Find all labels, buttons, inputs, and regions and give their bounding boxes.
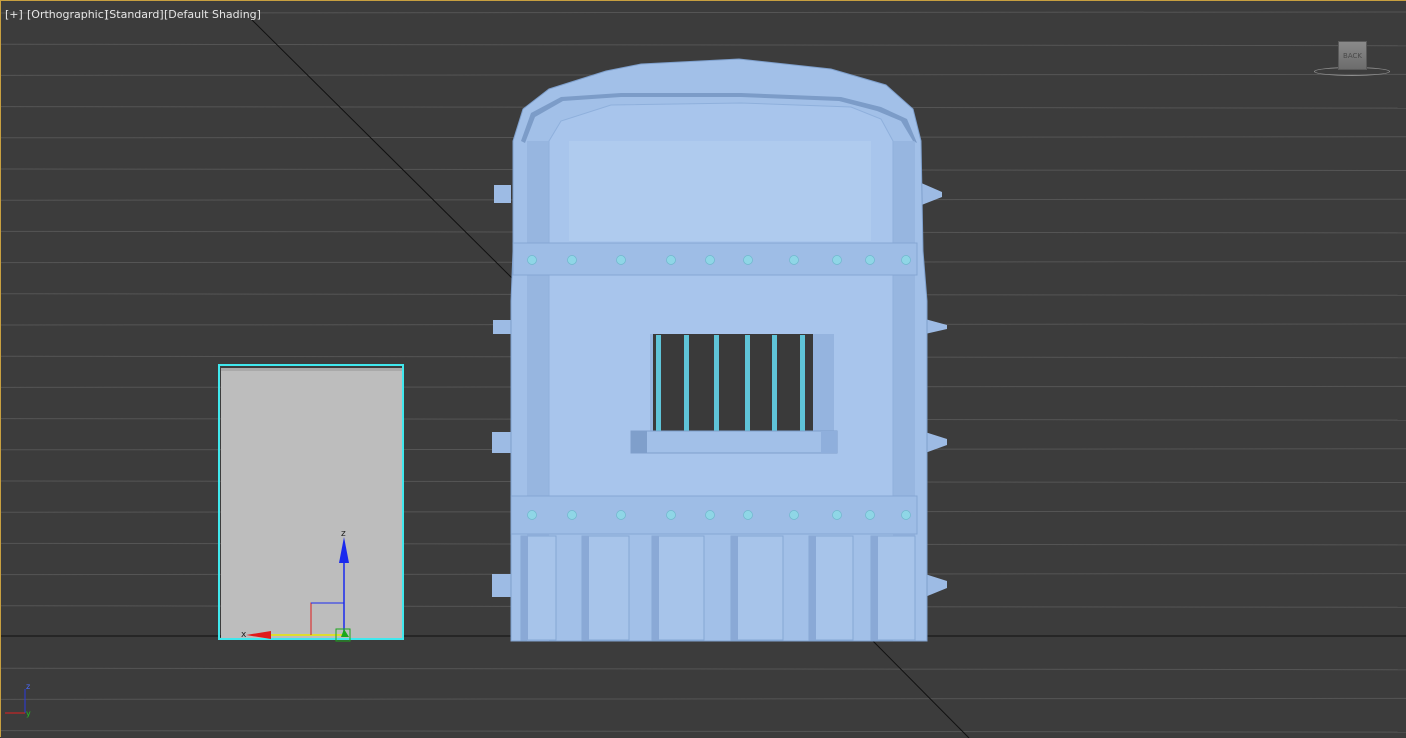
door-bottom-panel	[581, 535, 630, 641]
door-bottom-panel	[730, 535, 784, 641]
door-bottom-panel-shade	[809, 536, 816, 640]
box-fill	[221, 368, 402, 638]
rivet	[832, 510, 842, 520]
rivet	[865, 255, 875, 265]
window-bar	[745, 335, 750, 432]
selected-box-object[interactable]	[218, 364, 404, 640]
rivet	[901, 255, 911, 265]
rivet	[865, 510, 875, 520]
rivet	[527, 510, 537, 520]
box-top-edge	[221, 368, 402, 371]
door-spike-left-1	[494, 185, 511, 203]
perspective-viewport[interactable]: z x [+] [Orthographic] [Standard] [Defau…	[0, 0, 1406, 738]
rivet	[567, 510, 577, 520]
door-object[interactable]	[492, 58, 947, 642]
rivet	[832, 255, 842, 265]
rivet	[705, 255, 715, 265]
viewport-point-of-view-label[interactable]: [Orthographic]	[27, 8, 108, 21]
door-spike-left-4	[492, 574, 511, 597]
window-bar	[684, 335, 689, 432]
door-bottom-panel-shade	[731, 536, 738, 640]
viewport-scene[interactable]: z x	[1, 1, 1406, 738]
door-spike-left-3	[492, 432, 511, 453]
tripod-z-label: z	[26, 682, 30, 691]
viewcube[interactable]: BACK	[1312, 39, 1392, 81]
rivet	[789, 510, 799, 520]
window-bar	[772, 335, 777, 432]
tripod-y-label: y	[26, 709, 31, 718]
grid-line	[1, 697, 1406, 700]
viewport-shading-label[interactable]: [Default Shading]	[164, 8, 261, 21]
world-axis-tripod: z y	[5, 682, 31, 718]
viewcube-face-back[interactable]: BACK	[1338, 41, 1367, 70]
door-bottom-panel-shade	[652, 536, 659, 640]
door-bottom-panel-shade	[871, 536, 878, 640]
door-spike-right-4	[925, 574, 947, 597]
window-bar	[656, 335, 661, 432]
window-bar	[714, 335, 719, 432]
gizmo-z-label: z	[341, 529, 346, 539]
rivet	[666, 510, 676, 520]
rivet	[666, 255, 676, 265]
rivet	[616, 510, 626, 520]
door-spike-left-2	[493, 320, 511, 334]
door-window-sill	[630, 430, 838, 454]
door-bottom-panel-shade	[521, 536, 528, 640]
rivet	[743, 510, 753, 520]
door-bottom-panel	[651, 535, 705, 641]
door-inner-panel-shade	[569, 141, 871, 241]
door-spike-right-3	[925, 432, 947, 453]
world-axis-diagonal	[250, 18, 514, 280]
door-window-sill-shade-right	[821, 431, 837, 453]
window-bar	[800, 335, 805, 432]
rivet	[616, 255, 626, 265]
rivet	[567, 255, 577, 265]
gizmo-x-label: x	[241, 630, 247, 640]
viewport-standard-label[interactable]: [Standard]	[105, 8, 164, 21]
rivet	[527, 255, 537, 265]
rivet	[743, 255, 753, 265]
door-window-opening	[653, 334, 813, 432]
grid-line	[1, 43, 1406, 47]
grid-line	[1, 730, 1406, 733]
viewport-menu-plus[interactable]: [+]	[5, 8, 23, 21]
door-spike-right-2	[925, 319, 947, 334]
grid-line	[1, 667, 1406, 671]
rivet	[901, 510, 911, 520]
rivet	[705, 510, 715, 520]
door-bottom-panel-shade	[582, 536, 589, 640]
rivet	[789, 255, 799, 265]
world-axis-diagonal-lower	[868, 636, 970, 738]
door-window-sill-shade	[631, 431, 647, 453]
